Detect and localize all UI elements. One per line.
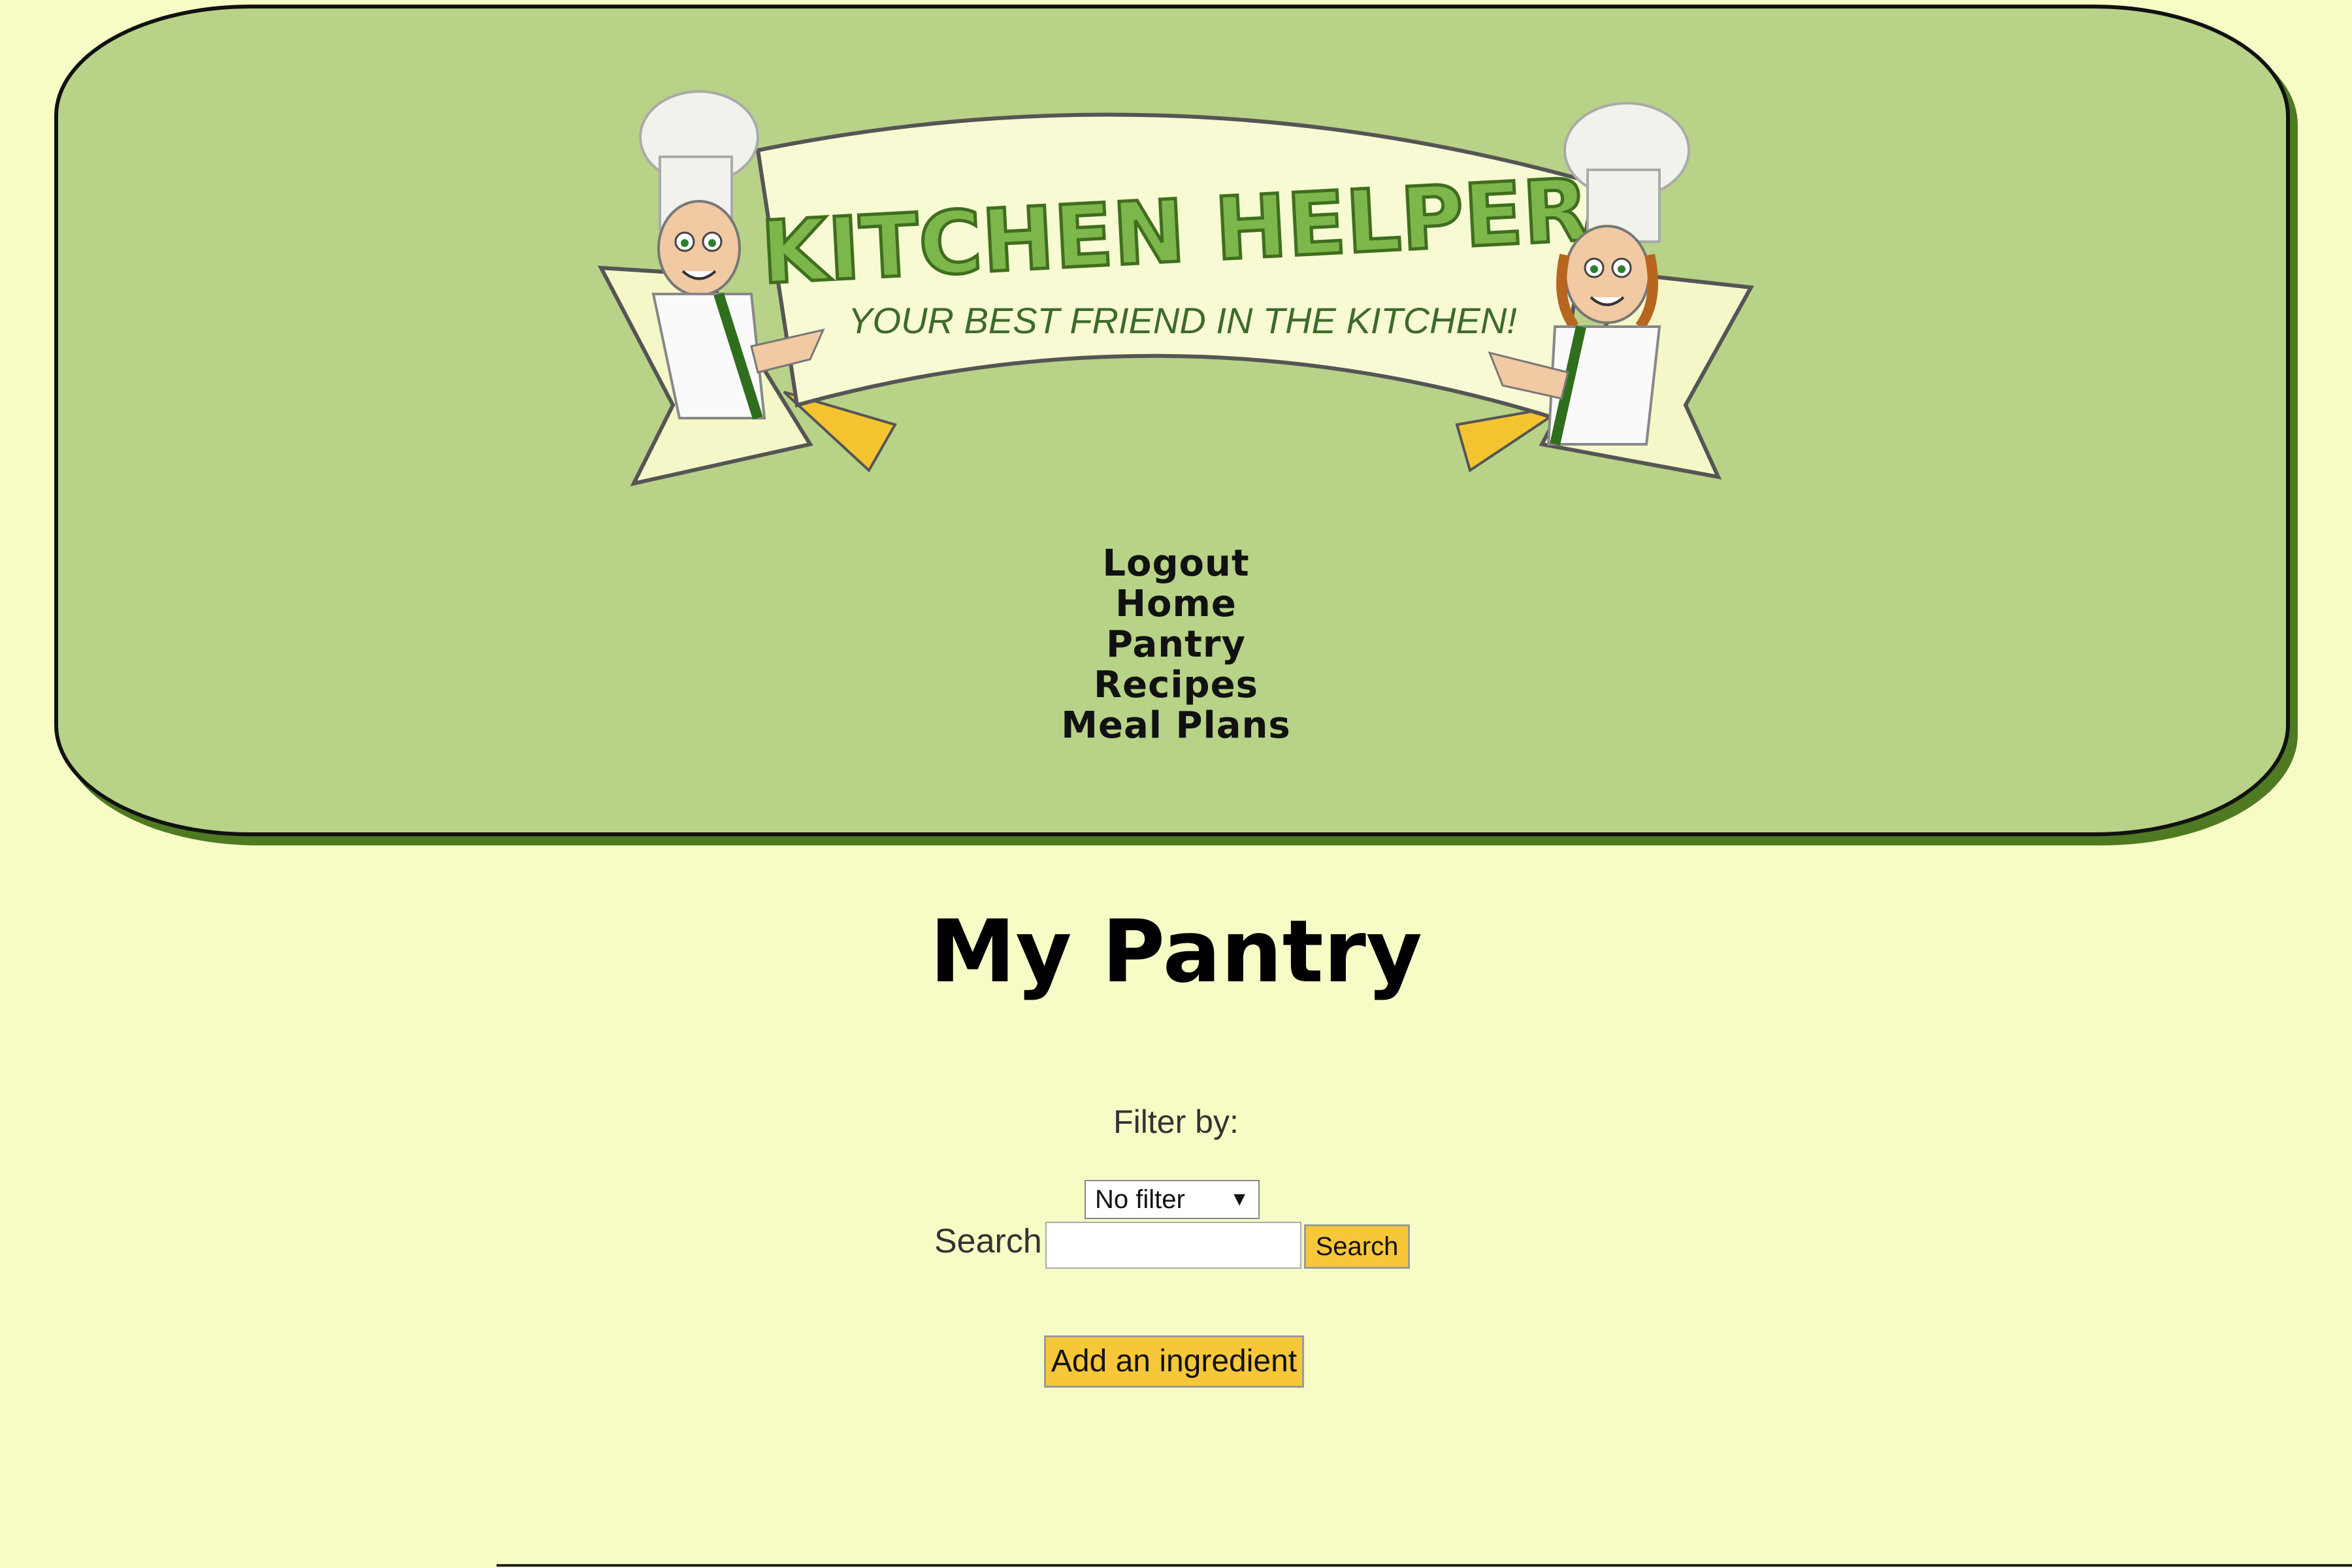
filter-select[interactable]: No filter ▼ (1085, 1180, 1260, 1219)
kitchen-helper-logo: KITCHEN HELPER YOUR BEST FRIEND IN THE K… (597, 90, 1754, 487)
bottom-divider (497, 1564, 2352, 1567)
nav-logout-link[interactable]: Logout (980, 544, 1372, 584)
nav-home-link[interactable]: Home (980, 584, 1372, 625)
search-input[interactable] (1045, 1222, 1301, 1269)
filter-select-value: No filter (1095, 1185, 1185, 1214)
page-title: My Pantry (930, 902, 1422, 1002)
search-button[interactable]: Search (1304, 1224, 1410, 1269)
nav-recipes-link[interactable]: Recipes (980, 665, 1372, 706)
page: KITCHEN HELPER YOUR BEST FRIEND IN THE K… (0, 0, 2352, 1568)
add-ingredient-button[interactable]: Add an ingredient (1044, 1335, 1304, 1388)
nav-meal-plans-link[interactable]: Meal Plans (980, 706, 1372, 746)
main-nav: Logout Home Pantry Recipes Meal Plans (980, 544, 1372, 746)
logo-tagline: YOUR BEST FRIEND IN THE KITCHEN! (848, 300, 1517, 341)
filter-label: Filter by: (1113, 1103, 1239, 1140)
nav-pantry-link[interactable]: Pantry (980, 625, 1372, 665)
search-label: Search (934, 1222, 1042, 1260)
chevron-down-icon: ▼ (1230, 1188, 1249, 1210)
